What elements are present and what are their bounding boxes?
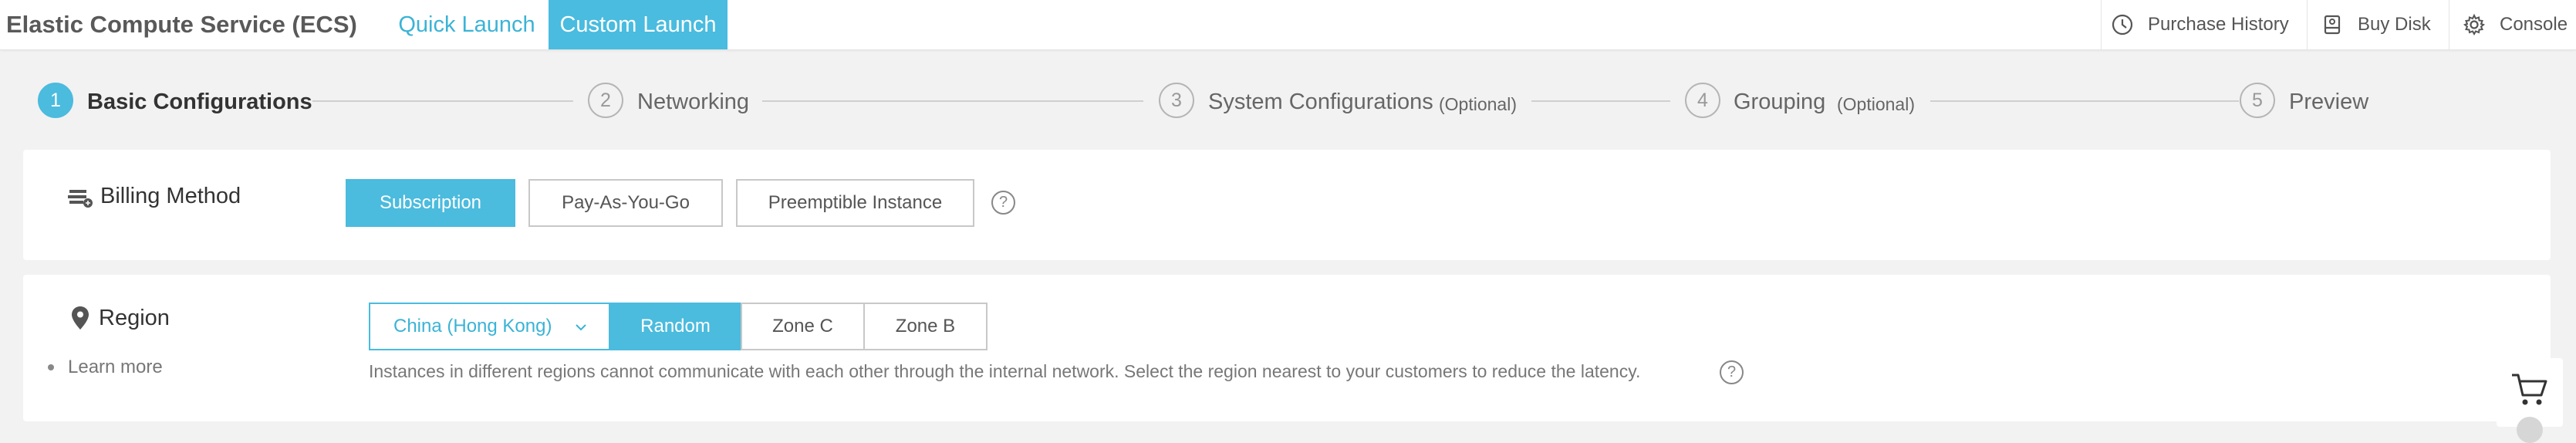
region-label: Region: [99, 306, 170, 330]
learn-more-link[interactable]: Learn more: [48, 357, 163, 378]
zone-b-button[interactable]: Zone B: [863, 303, 988, 350]
purchase-history-link[interactable]: Purchase History: [2111, 0, 2319, 49]
disk-icon: [2324, 15, 2341, 35]
step-4-label[interactable]: Grouping: [1734, 84, 1825, 120]
clock-icon: [2112, 14, 2133, 36]
chevron-down-icon: [576, 324, 586, 331]
gear-icon: [2463, 13, 2486, 36]
console-link[interactable]: Console: [2463, 0, 2571, 49]
zone-c-button[interactable]: Zone C: [741, 303, 865, 350]
top-header: Elastic Compute Service (ECS) Quick Laun…: [0, 0, 2576, 50]
step-connector: [1531, 100, 1670, 102]
pay-as-you-go-button[interactable]: Pay-As-You-Go: [528, 179, 723, 227]
region-card: Region Learn more China (Hong Kong) Rand…: [23, 275, 2551, 421]
learn-more-text: Learn more: [68, 357, 163, 377]
bullet-dot: [48, 364, 54, 370]
region-hint-text: Instances in different regions cannot co…: [369, 361, 1641, 381]
step-3-number: 3: [1159, 83, 1194, 118]
console-label: Console: [2500, 14, 2568, 35]
step-4-optional: (Optional): [1837, 94, 1915, 114]
subscription-button[interactable]: Subscription: [346, 179, 515, 227]
buy-disk-link[interactable]: Buy Disk: [2321, 0, 2452, 49]
header-divider: [2101, 0, 2102, 49]
step-connector: [312, 100, 573, 102]
tab-custom-launch[interactable]: Custom Launch: [549, 0, 728, 49]
step-5-number: 5: [2240, 83, 2275, 118]
step-5-label[interactable]: Preview: [2289, 84, 2368, 120]
billing-help-icon[interactable]: ?: [991, 191, 1015, 215]
buy-disk-label: Buy Disk: [2358, 14, 2431, 35]
header-divider: [2307, 0, 2308, 49]
step-1-label[interactable]: Basic Configurations: [87, 84, 312, 120]
preemptible-instance-button[interactable]: Preemptible Instance: [736, 179, 974, 227]
region-select-value: China (Hong Kong): [393, 316, 552, 336]
region-select[interactable]: China (Hong Kong): [369, 303, 621, 350]
region-help-icon[interactable]: ?: [1720, 360, 1744, 384]
purchase-history-label: Purchase History: [2148, 14, 2289, 35]
zone-random-button[interactable]: Random: [609, 303, 742, 350]
step-2-label[interactable]: Networking: [637, 84, 749, 120]
billing-icon: [68, 190, 93, 208]
step-connector: [1930, 100, 2239, 102]
billing-method-card: Billing Method Subscription Pay-As-You-G…: [23, 150, 2551, 260]
step-2-number: 2: [588, 83, 623, 118]
step-connector: [762, 100, 1143, 102]
step-1-number: 1: [38, 83, 73, 118]
billing-method-label: Billing Method: [100, 184, 241, 208]
scroll-top-button[interactable]: [2517, 417, 2543, 443]
step-3-label[interactable]: System Configurations: [1208, 84, 1433, 120]
location-pin-icon: [72, 306, 89, 330]
tab-quick-launch[interactable]: Quick Launch: [386, 0, 548, 49]
step-4-number: 4: [1685, 83, 1720, 118]
app-title: Elastic Compute Service (ECS): [6, 11, 357, 38]
step-3-optional: (Optional): [1439, 94, 1517, 114]
cart-icon: [2512, 374, 2547, 405]
